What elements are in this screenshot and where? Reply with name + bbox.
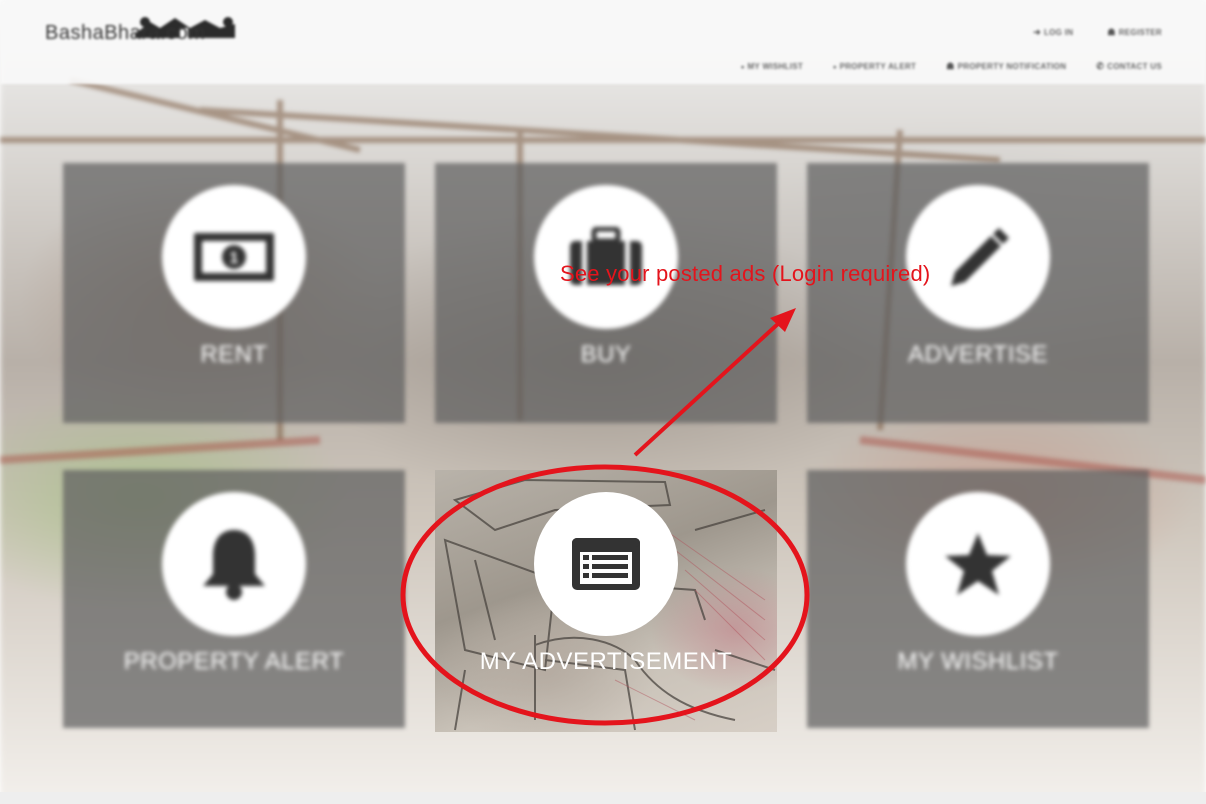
tile-rent-label: RENT bbox=[200, 341, 268, 368]
tile-rent[interactable]: 1 RENT bbox=[63, 163, 405, 423]
tile-property-alert-circle bbox=[162, 492, 306, 636]
user-icon: ☗ bbox=[946, 61, 955, 71]
tile-my-advertisement[interactable]: MY ADVERTISEMENT bbox=[435, 470, 777, 732]
annotation-callout-text: See your posted ads (Login required) bbox=[560, 261, 931, 286]
nav-property-alert-label: PROPERTY ALERT bbox=[839, 62, 917, 71]
bottom-edge bbox=[0, 792, 1206, 804]
tile-buy-circle bbox=[534, 185, 678, 329]
tile-advertise-label: ADVERTISE bbox=[907, 341, 1049, 368]
tile-my-wishlist[interactable]: MY WISHLIST bbox=[807, 470, 1149, 728]
tile-rent-circle: 1 bbox=[162, 185, 306, 329]
tile-my-wishlist-circle bbox=[906, 492, 1050, 636]
nav-contact-us-label: CONTACT US bbox=[1107, 62, 1162, 71]
nav-top: ➜ LOG IN ☗ REGISTER bbox=[1033, 27, 1162, 38]
nav-my-wishlist-label: MY WISHLIST bbox=[747, 62, 804, 71]
tile-property-alert[interactable]: PROPERTY ALERT bbox=[63, 470, 405, 728]
login-label: LOG IN bbox=[1043, 28, 1074, 37]
tile-advertise[interactable]: ADVERTISE bbox=[807, 163, 1149, 423]
tile-my-advertisement-label: MY ADVERTISEMENT bbox=[479, 648, 733, 675]
bell-icon: ▪ bbox=[833, 61, 837, 72]
nav-property-notification-label: PROPERTY NOTIFICATION bbox=[957, 62, 1067, 71]
register-label: REGISTER bbox=[1118, 28, 1162, 37]
tile-buy-label: BUY bbox=[580, 341, 632, 368]
user-icon: ☗ bbox=[1107, 27, 1116, 37]
nav-property-notification-link[interactable]: ☗ PROPERTY NOTIFICATION bbox=[946, 61, 1066, 72]
site-header: BashaBhara.com ➜ LOG IN ☗ REGISTER ▪ MY … bbox=[0, 0, 1206, 84]
tile-buy[interactable]: BUY bbox=[435, 163, 777, 423]
nav-my-wishlist-link[interactable]: ▪ MY WISHLIST bbox=[741, 61, 803, 72]
phone-icon: ✆ bbox=[1096, 61, 1105, 71]
wishlist-icon: ▪ bbox=[740, 61, 745, 72]
tile-property-alert-label: PROPERTY ALERT bbox=[123, 648, 345, 675]
money-icon: 1 bbox=[194, 233, 274, 281]
tile-my-advertisement-circle bbox=[534, 492, 678, 636]
bell-icon bbox=[203, 530, 265, 600]
login-icon: ➜ bbox=[1033, 27, 1041, 37]
nav-bottom: ▪ MY WISHLIST ▪ PROPERTY ALERT ☗ PROPERT… bbox=[741, 61, 1162, 72]
logo-text: BashaBhara.com bbox=[45, 22, 206, 44]
pencil-icon bbox=[951, 228, 1009, 286]
tile-my-wishlist-label: MY WISHLIST bbox=[897, 648, 1059, 675]
list-icon bbox=[572, 538, 640, 590]
register-link[interactable]: ☗ REGISTER bbox=[1107, 27, 1162, 38]
svg-text:1: 1 bbox=[230, 250, 239, 267]
login-link[interactable]: ➜ LOG IN bbox=[1033, 27, 1073, 38]
tile-advertise-circle bbox=[906, 185, 1050, 329]
site-logo[interactable]: BashaBhara.com bbox=[45, 8, 245, 48]
nav-contact-us-link[interactable]: ✆ CONTACT US bbox=[1096, 61, 1162, 72]
nav-property-alert-link[interactable]: ▪ PROPERTY ALERT bbox=[833, 61, 916, 72]
star-icon bbox=[945, 533, 1011, 595]
